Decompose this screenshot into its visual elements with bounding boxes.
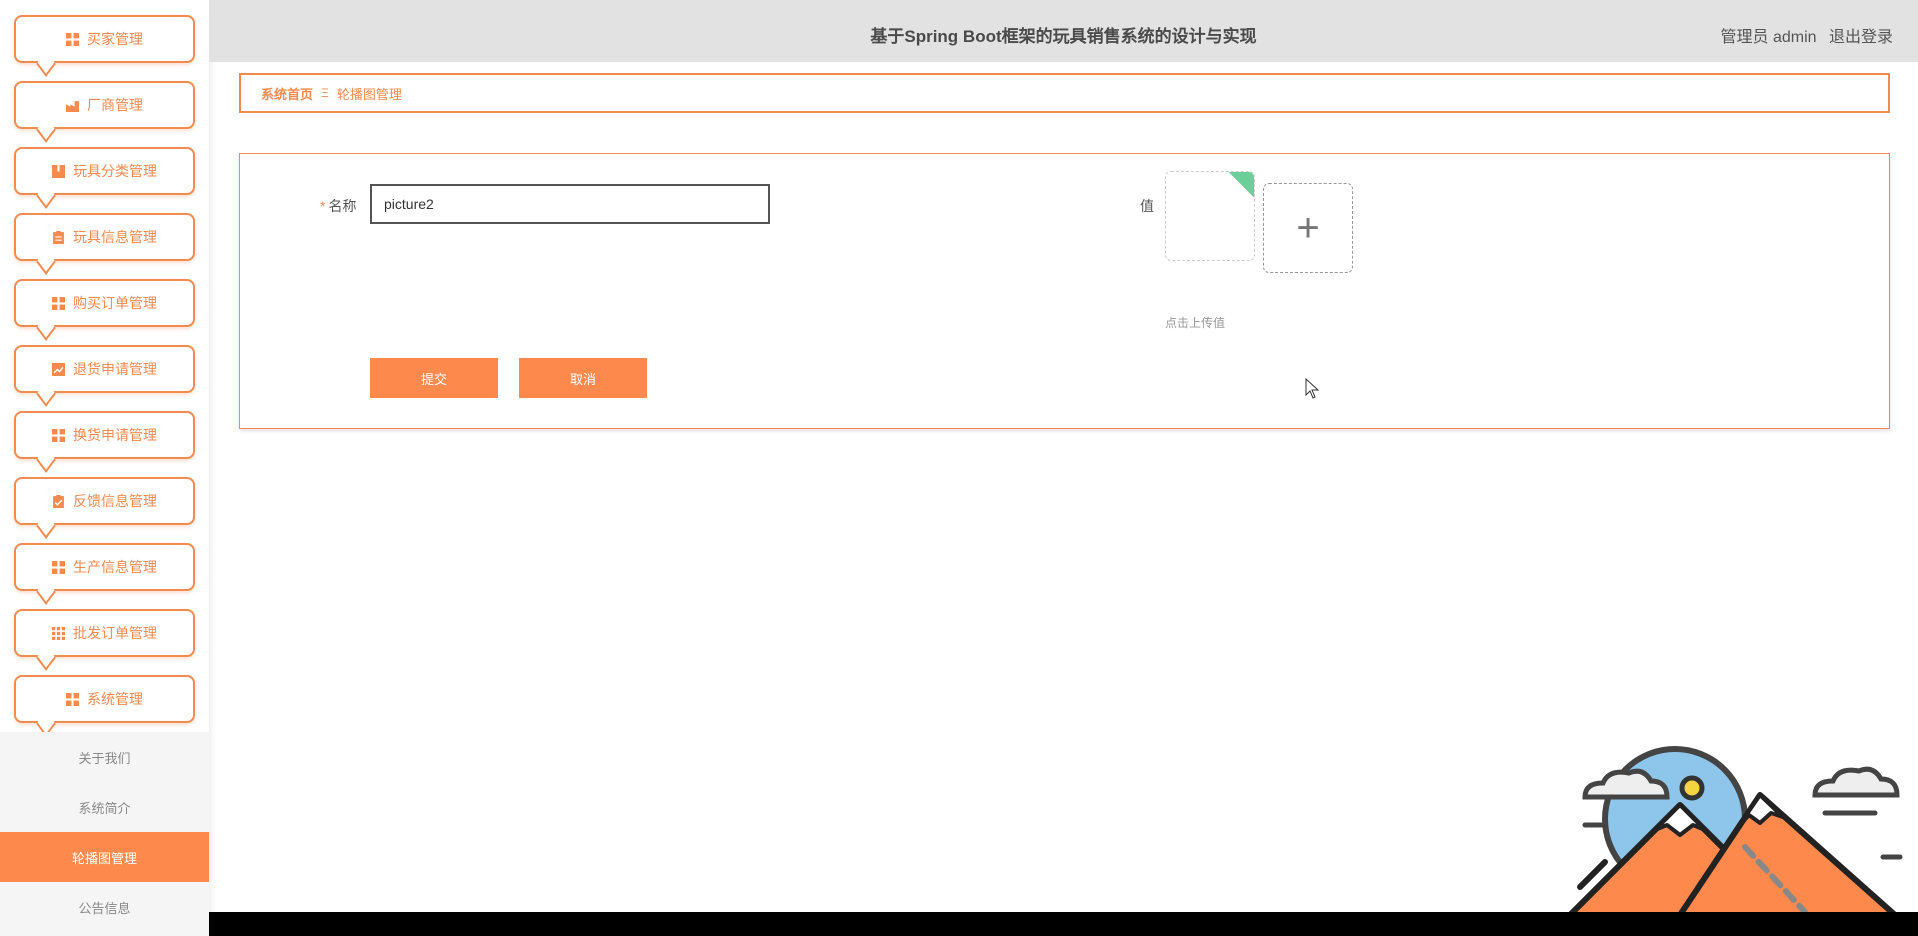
- grid-icon: [66, 32, 79, 46]
- sidebar-item-vendors[interactable]: 厂商管理: [14, 81, 195, 129]
- breadcrumb: 系统首页 Ξ 轮播图管理: [239, 73, 1890, 113]
- sidebar-item-wholesale-orders[interactable]: 批发订单管理: [14, 609, 195, 657]
- carousel-form: *名称 值 + 点击上传值 提交 取消: [239, 153, 1890, 429]
- breadcrumb-home[interactable]: 系统首页: [261, 84, 313, 103]
- book-icon: [52, 164, 65, 178]
- sidebar-item-label: 买家管理: [87, 31, 143, 47]
- sidebar-item-buyers[interactable]: 买家管理: [14, 15, 195, 63]
- name-label-text: 名称: [328, 198, 357, 214]
- grid-icon: [52, 428, 65, 442]
- bottom-bar: [209, 912, 1918, 936]
- chart-icon: [52, 362, 65, 376]
- mountain-illustration: [1567, 746, 1903, 917]
- sidebar-item-exchanges[interactable]: 换货申请管理: [14, 411, 195, 459]
- name-label: * 名称: [320, 196, 356, 216]
- sidebar-item-production[interactable]: 生产信息管理: [14, 543, 195, 591]
- submenu-item-announcements[interactable]: 公告信息: [0, 882, 209, 932]
- breadcrumb-separator: Ξ: [321, 86, 329, 100]
- plus-icon: +: [1296, 205, 1320, 250]
- sidebar-item-feedback[interactable]: 反馈信息管理: [14, 477, 195, 525]
- sidebar-item-purchase-orders[interactable]: 购买订单管理: [14, 279, 195, 327]
- user-area: 管理员 admin 退出登录: [1713, 23, 1894, 47]
- submenu-item-carousel[interactable]: 轮播图管理: [0, 832, 209, 882]
- clipboard-icon: [53, 230, 64, 244]
- upload-success-corner: [1228, 172, 1254, 198]
- submenu-item-about-us[interactable]: 关于我们: [0, 732, 209, 782]
- sidebar-item-label: 换货申请管理: [73, 427, 157, 443]
- grid-icon: [52, 296, 65, 310]
- uploaded-image-thumbnail[interactable]: [1165, 171, 1255, 261]
- apps-icon: [52, 626, 65, 640]
- clipboard-check-icon: [53, 494, 64, 508]
- cancel-button[interactable]: 取消: [519, 358, 647, 398]
- sidebar-item-label: 批发订单管理: [73, 625, 157, 641]
- grid-icon: [66, 692, 79, 706]
- sidebar-item-toy-categories[interactable]: 玩具分类管理: [14, 147, 195, 195]
- breadcrumb-current: 轮播图管理: [336, 86, 402, 102]
- sidebar-item-toy-info[interactable]: 玩具信息管理: [14, 213, 195, 261]
- sidebar-item-system[interactable]: 系统管理: [14, 675, 195, 723]
- top-header: 基于Spring Boot框架的玩具销售系统的设计与实现 管理员 admin 退…: [209, 0, 1918, 62]
- value-label: 值: [1140, 198, 1154, 214]
- sidebar-item-label: 玩具信息管理: [73, 229, 157, 245]
- grid-icon: [52, 560, 65, 574]
- sidebar-item-label: 玩具分类管理: [73, 163, 157, 179]
- sidebar-item-label: 反馈信息管理: [73, 493, 157, 509]
- system-submenu: 关于我们 系统简介 轮播图管理 公告信息: [0, 732, 209, 936]
- sidebar-item-returns[interactable]: 退货申请管理: [14, 345, 195, 393]
- mouse-cursor-icon: [1305, 378, 1320, 399]
- required-mark: *: [320, 198, 326, 214]
- submit-button[interactable]: 提交: [370, 358, 498, 398]
- app-title: 基于Spring Boot框架的玩具销售系统的设计与实现: [870, 27, 1257, 46]
- upload-button[interactable]: +: [1263, 183, 1353, 273]
- user-role: 管理员 admin: [1720, 29, 1817, 46]
- sidebar-item-label: 退货申请管理: [73, 361, 157, 377]
- sidebar-item-label: 购买订单管理: [73, 295, 157, 311]
- logout-link[interactable]: 退出登录: [1829, 29, 1893, 46]
- upload-tip: 点击上传值: [1165, 316, 1226, 330]
- submenu-item-system-intro[interactable]: 系统简介: [0, 782, 209, 832]
- name-input[interactable]: [370, 184, 770, 224]
- sidebar-item-label: 厂商管理: [87, 97, 143, 113]
- sidebar-item-label: 系统管理: [87, 691, 143, 707]
- sidebar-item-label: 生产信息管理: [73, 559, 157, 575]
- sidebar: 买家管理 厂商管理 玩具分类管理 玩具信息管理 购买订单管理 退货申请管理 换货…: [0, 0, 209, 936]
- factory-icon: [66, 100, 79, 112]
